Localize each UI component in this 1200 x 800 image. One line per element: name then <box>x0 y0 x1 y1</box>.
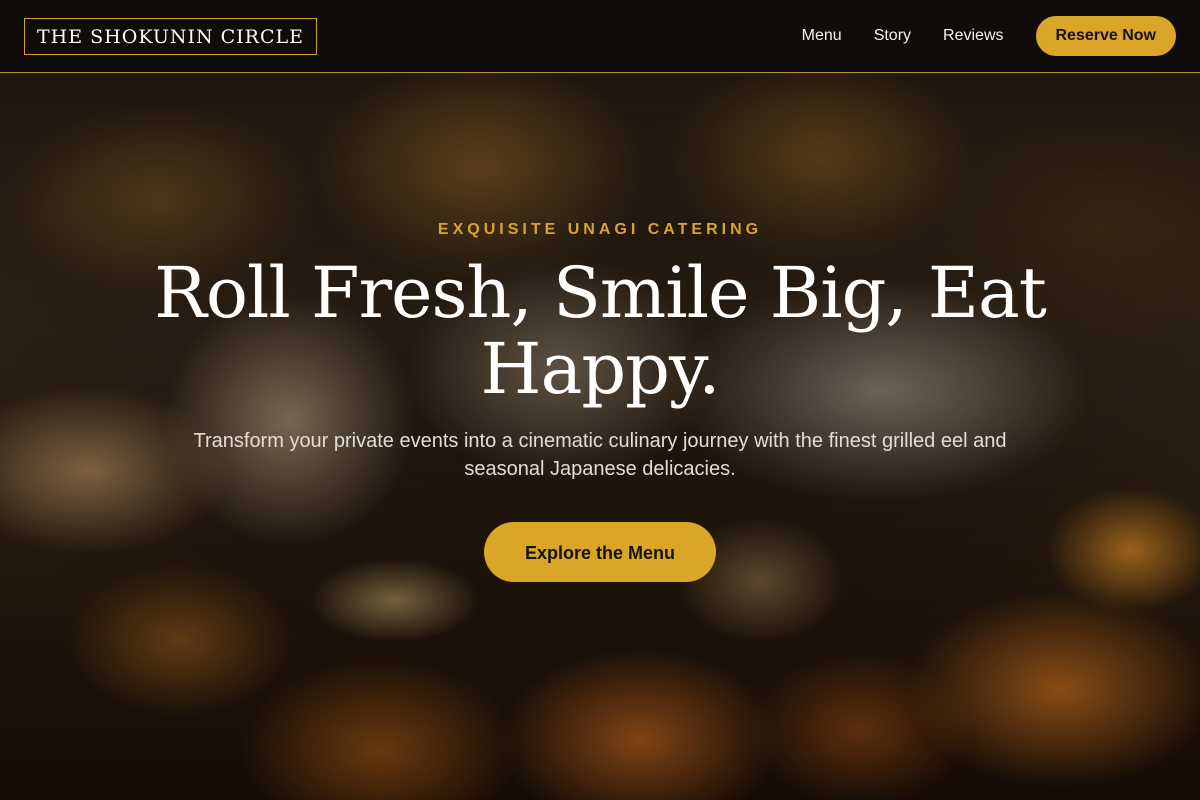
hero-eyebrow: EXQUISITE UNAGI CATERING <box>437 221 763 238</box>
hero-section: EXQUISITE UNAGI CATERING Roll Fresh, Smi… <box>0 73 1200 800</box>
nav-link-reviews[interactable]: Reviews <box>943 26 1003 46</box>
hero-subtext: Transform your private events into a cin… <box>193 430 1007 480</box>
hero-headline: Roll Fresh, Smile Big, Eat Happy. <box>154 252 1047 410</box>
nav-link-menu[interactable]: Menu <box>802 26 842 46</box>
site-header: THE SHOKUNIN CIRCLE Menu Story Reviews R… <box>0 0 1200 73</box>
main-nav: Menu Story Reviews Reserve Now <box>802 16 1176 56</box>
brand-logo[interactable]: THE SHOKUNIN CIRCLE <box>24 17 318 55</box>
explore-menu-button[interactable]: Explore the Menu <box>484 522 716 582</box>
landing-page: THE SHOKUNIN CIRCLE Menu Story Reviews R… <box>0 0 1200 800</box>
nav-link-story[interactable]: Story <box>874 26 911 46</box>
reserve-now-button[interactable]: Reserve Now <box>1035 16 1176 56</box>
